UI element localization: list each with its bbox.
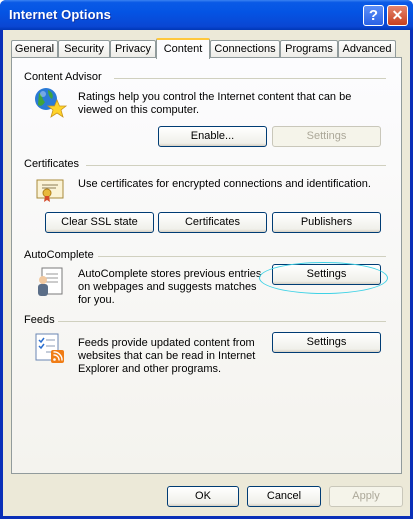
title-bar[interactable]: Internet Options ? ✕ (0, 0, 413, 30)
help-icon: ? (368, 7, 379, 24)
apply-button[interactable]: Apply (329, 486, 403, 507)
cancel-button[interactable]: Cancel (247, 486, 321, 507)
certificates-heading: Certificates (24, 158, 80, 170)
help-button[interactable]: ? (363, 5, 384, 26)
group-divider (114, 78, 386, 79)
certificates-button[interactable]: Certificates (158, 212, 267, 233)
feeds-description: Feeds provide updated content from websi… (78, 337, 256, 375)
internet-options-window: Internet Options ? ✕ General Security Pr… (0, 0, 413, 519)
close-button[interactable]: ✕ (387, 5, 408, 26)
tab-advanced[interactable]: Advanced (338, 40, 396, 58)
globe-star-icon (33, 86, 68, 123)
clear-ssl-state-button[interactable]: Clear SSL state (45, 212, 154, 233)
enable-button[interactable]: Enable... (158, 126, 267, 147)
feeds-settings-button[interactable]: Settings (272, 332, 381, 353)
tab-content[interactable]: Content (156, 38, 210, 59)
tab-general[interactable]: General (11, 40, 58, 58)
autocomplete-settings-button[interactable]: Settings (272, 264, 381, 285)
group-divider (98, 256, 386, 257)
feeds-checklist-icon (34, 332, 66, 367)
autocomplete-description: AutoComplete stores previous entries on … (78, 268, 262, 306)
window-title: Internet Options (9, 7, 111, 22)
certificate-icon (36, 176, 66, 207)
autocomplete-form-icon (36, 266, 66, 301)
tab-connections[interactable]: Connections (210, 40, 280, 58)
dialog-client: General Security Privacy Content Connect… (3, 30, 410, 516)
autocomplete-heading: AutoComplete (24, 249, 94, 261)
ok-button[interactable]: OK (167, 486, 239, 507)
tab-privacy[interactable]: Privacy (110, 40, 156, 58)
group-divider (86, 165, 386, 166)
feeds-heading: Feeds (24, 314, 55, 326)
content-advisor-description: Ratings help you control the Internet co… (78, 91, 352, 116)
publishers-button[interactable]: Publishers (272, 212, 381, 233)
content-tab-panel: Content Advisor Ratings help you control… (11, 57, 402, 474)
tab-programs[interactable]: Programs (280, 40, 338, 58)
close-icon: ✕ (391, 7, 404, 23)
content-advisor-heading: Content Advisor (24, 71, 102, 83)
content-advisor-settings-button[interactable]: Settings (272, 126, 381, 147)
certificates-description: Use certificates for encrypted connectio… (78, 178, 371, 190)
tab-security[interactable]: Security (58, 40, 110, 58)
group-divider (58, 321, 386, 322)
